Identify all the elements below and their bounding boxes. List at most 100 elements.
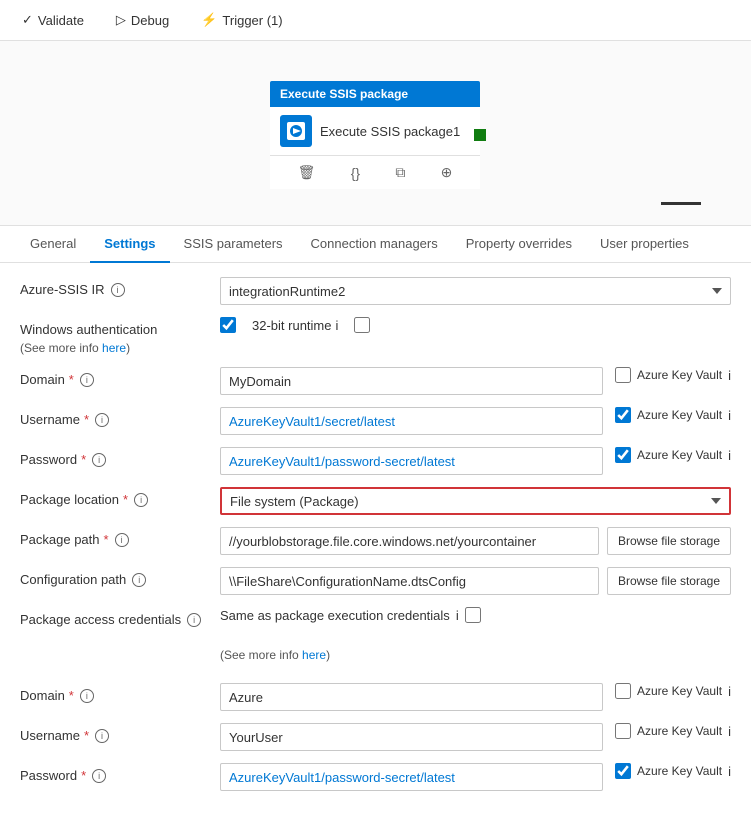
- tabs-bar: General Settings SSIS parameters Connect…: [0, 226, 751, 263]
- password2-kv-info-icon[interactable]: i: [728, 764, 731, 779]
- domain2-required: *: [69, 688, 74, 703]
- domain-required: *: [69, 372, 74, 387]
- arrow-icon[interactable]: ⊕: [435, 162, 459, 183]
- tab-general[interactable]: General: [16, 226, 90, 263]
- package-location-required: *: [123, 492, 128, 507]
- package-access-value-info-icon[interactable]: i: [456, 608, 459, 623]
- azure-ssis-ir-info-icon[interactable]: i: [111, 283, 125, 297]
- username2-input[interactable]: [220, 723, 603, 751]
- domain2-label: Domain * i: [20, 683, 220, 703]
- tab-user-properties[interactable]: User properties: [586, 226, 703, 263]
- validate-button[interactable]: ✓ Validate: [16, 8, 90, 32]
- package-path-info-icon[interactable]: i: [115, 533, 129, 547]
- username-input[interactable]: [220, 407, 603, 435]
- azure-ssis-ir-label: Azure-SSIS IR i: [20, 277, 220, 297]
- package-path-row: Package path * i Browse file storage: [20, 527, 731, 555]
- package-location-select-wrapper: File system (Package): [220, 487, 731, 515]
- tab-settings[interactable]: Settings: [90, 226, 169, 263]
- username-kv-checkbox[interactable]: [615, 407, 631, 423]
- see-more-info-link[interactable]: here: [302, 648, 326, 662]
- username2-kv-info-icon[interactable]: i: [728, 724, 731, 739]
- settings-form: Azure-SSIS IR i integrationRuntime2 Wind…: [0, 263, 751, 817]
- username2-kv-wrap: Azure Key Vault i: [615, 723, 731, 739]
- delete-icon[interactable]: 🗑: [292, 162, 322, 183]
- package-access-label: Package access credentials i: [20, 607, 220, 627]
- package-access-checkbox[interactable]: [465, 607, 481, 623]
- password-input[interactable]: [220, 447, 603, 475]
- windows-auth-here-link[interactable]: here: [102, 341, 126, 355]
- toolbar: ✓ Validate ▷ Debug ⚡ Trigger (1): [0, 0, 751, 41]
- see-more-info-space: [20, 647, 220, 652]
- ssis-icon: [280, 115, 312, 147]
- card-body: Execute SSIS package1: [270, 107, 480, 155]
- azure-ssis-ir-select[interactable]: integrationRuntime2: [220, 277, 731, 305]
- password2-info-icon[interactable]: i: [92, 769, 106, 783]
- username-info-icon[interactable]: i: [95, 413, 109, 427]
- username2-kv-checkbox[interactable]: [615, 723, 631, 739]
- package-location-label: Package location * i: [20, 487, 220, 507]
- copy-icon[interactable]: ⧉: [389, 162, 411, 183]
- tab-ssis-parameters[interactable]: SSIS parameters: [170, 226, 297, 263]
- browse-file-storage-2-button[interactable]: Browse file storage: [607, 567, 731, 595]
- azure-ssis-ir-select-wrapper: integrationRuntime2: [220, 277, 731, 305]
- package-path-input[interactable]: [220, 527, 599, 555]
- package-access-row: Package access credentials i Same as pac…: [20, 607, 731, 635]
- domain2-info-icon[interactable]: i: [80, 689, 94, 703]
- canvas-area: Execute SSIS package Execute SSIS packag…: [0, 41, 751, 226]
- package-access-info-icon[interactable]: i: [187, 613, 201, 627]
- domain-info-icon[interactable]: i: [80, 373, 94, 387]
- runtime-info-icon[interactable]: i: [335, 318, 338, 333]
- config-path-row: Configuration path i Browse file storage: [20, 567, 731, 595]
- domain-input-wrap: [220, 367, 603, 395]
- domain-kv-checkbox[interactable]: [615, 367, 631, 383]
- package-access-value: Same as package execution credentials i: [220, 607, 731, 623]
- username2-kv-label: Azure Key Vault: [637, 724, 722, 738]
- password-kv-checkbox[interactable]: [615, 447, 631, 463]
- windows-auth-controls: 32-bit runtime i: [220, 317, 731, 333]
- package-path-label: Package path * i: [20, 527, 220, 547]
- config-path-label: Configuration path i: [20, 567, 220, 587]
- password-kv-wrap: Azure Key Vault i: [615, 447, 731, 463]
- code-icon[interactable]: {}: [345, 163, 366, 183]
- username2-input-wrap: [220, 723, 603, 751]
- password-label: Password * i: [20, 447, 220, 467]
- trigger-icon: ⚡: [201, 12, 217, 28]
- windows-auth-checkbox[interactable]: [220, 317, 236, 333]
- package-path-input-wrap: [220, 527, 599, 555]
- password2-kv-checkbox[interactable]: [615, 763, 631, 779]
- package-location-info-icon[interactable]: i: [134, 493, 148, 507]
- package-location-select[interactable]: File system (Package): [220, 487, 731, 515]
- password2-label: Password * i: [20, 763, 220, 783]
- browse-file-storage-1-button[interactable]: Browse file storage: [607, 527, 731, 555]
- debug-button[interactable]: ▷ Debug: [110, 8, 175, 32]
- domain2-input[interactable]: [220, 683, 603, 711]
- see-more-info-note: (See more info here): [220, 647, 731, 662]
- domain-input[interactable]: [220, 367, 603, 395]
- domain2-kv-info-icon[interactable]: i: [728, 684, 731, 699]
- tab-connection-managers[interactable]: Connection managers: [297, 226, 452, 263]
- runtime-checkbox[interactable]: [354, 317, 370, 333]
- password2-input[interactable]: [220, 763, 603, 791]
- see-more-info-row: (See more info here): [20, 647, 731, 675]
- windows-auth-checkbox-wrap: [220, 317, 236, 333]
- domain2-kv-checkbox[interactable]: [615, 683, 631, 699]
- password-row: Password * i Azure Key Vault i: [20, 447, 731, 475]
- username-kv-info-icon[interactable]: i: [728, 408, 731, 423]
- domain-label: Domain * i: [20, 367, 220, 387]
- card-header: Execute SSIS package: [270, 81, 480, 107]
- config-path-input[interactable]: [220, 567, 599, 595]
- domain-kv-label: Azure Key Vault: [637, 368, 722, 382]
- validate-icon: ✓: [22, 12, 33, 28]
- domain2-kv-wrap: Azure Key Vault i: [615, 683, 731, 699]
- password-info-icon[interactable]: i: [92, 453, 106, 467]
- tab-property-overrides[interactable]: Property overrides: [452, 226, 586, 263]
- config-path-info-icon[interactable]: i: [132, 573, 146, 587]
- debug-icon: ▷: [116, 12, 126, 28]
- domain-kv-info-icon[interactable]: i: [728, 368, 731, 383]
- password-kv-info-icon[interactable]: i: [728, 448, 731, 463]
- username2-info-icon[interactable]: i: [95, 729, 109, 743]
- username2-required: *: [84, 728, 89, 743]
- trigger-button[interactable]: ⚡ Trigger (1): [195, 8, 288, 32]
- package-path-required: *: [104, 532, 109, 547]
- domain2-kv-label: Azure Key Vault: [637, 684, 722, 698]
